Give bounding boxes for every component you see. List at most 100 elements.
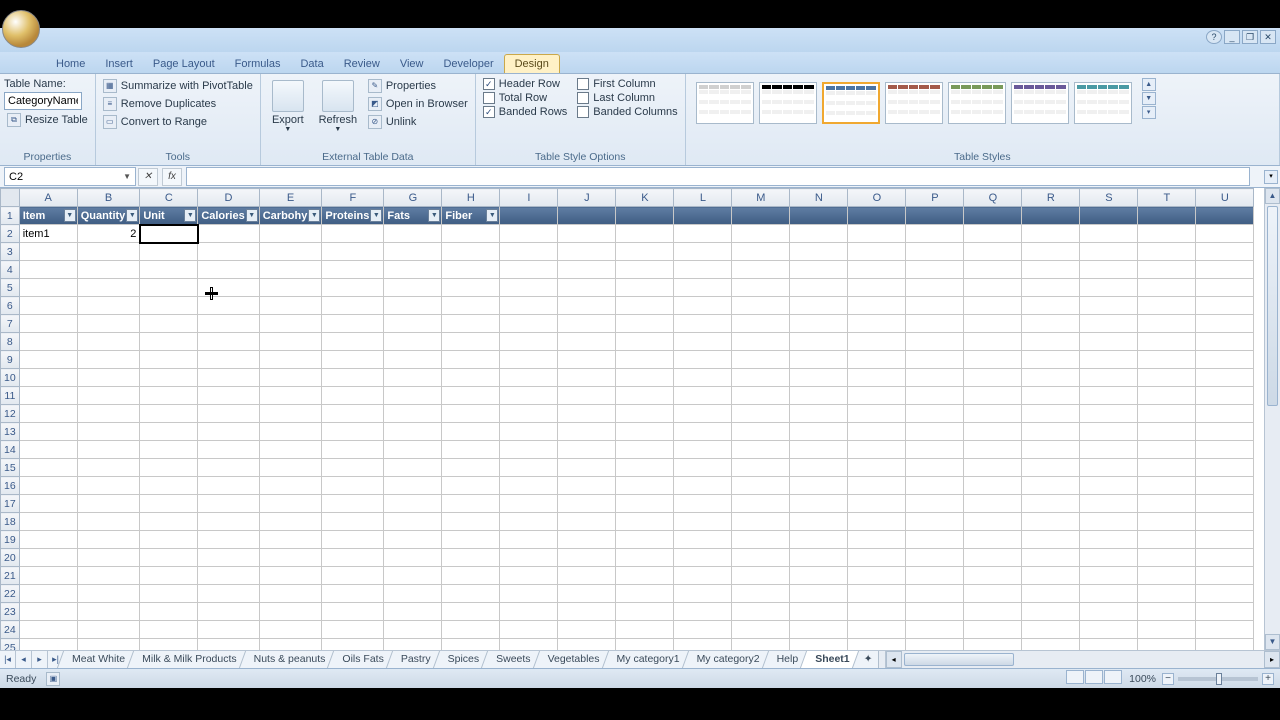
cell-D17[interactable]	[198, 495, 259, 513]
cell-T5[interactable]	[1138, 279, 1196, 297]
cell-G14[interactable]	[384, 441, 442, 459]
cell-M24[interactable]	[732, 621, 790, 639]
cell-A25[interactable]	[19, 639, 77, 651]
cell-J12[interactable]	[558, 405, 616, 423]
cell-L19[interactable]	[674, 531, 732, 549]
cell-U15[interactable]	[1196, 459, 1254, 477]
col-header-H[interactable]: H	[442, 189, 500, 207]
row-header-9[interactable]: 9	[1, 351, 20, 369]
cell-E7[interactable]	[259, 315, 322, 333]
cell-R4[interactable]	[1022, 261, 1080, 279]
cell-A13[interactable]	[19, 423, 77, 441]
cell-I7[interactable]	[500, 315, 558, 333]
cell-D3[interactable]	[198, 243, 259, 261]
cell-F24[interactable]	[322, 621, 384, 639]
gallery-more-button[interactable]: ▾	[1142, 106, 1156, 119]
cell-G12[interactable]	[384, 405, 442, 423]
cell-J8[interactable]	[558, 333, 616, 351]
cell-H22[interactable]	[442, 585, 500, 603]
cell-A2[interactable]: item1	[19, 225, 77, 243]
cell-C2[interactable]	[140, 225, 198, 243]
cell-A23[interactable]	[19, 603, 77, 621]
convert-range-button[interactable]: ▭Convert to Range	[100, 114, 256, 130]
cell-P9[interactable]	[906, 351, 964, 369]
cell-I12[interactable]	[500, 405, 558, 423]
cell-U21[interactable]	[1196, 567, 1254, 585]
cell-R9[interactable]	[1022, 351, 1080, 369]
cell-I13[interactable]	[500, 423, 558, 441]
cell-Q22[interactable]	[964, 585, 1022, 603]
cell-E3[interactable]	[259, 243, 322, 261]
cell-E11[interactable]	[259, 387, 322, 405]
cell-Q21[interactable]	[964, 567, 1022, 585]
cell-R21[interactable]	[1022, 567, 1080, 585]
cell-N20[interactable]	[790, 549, 848, 567]
cell-R20[interactable]	[1022, 549, 1080, 567]
cell-F7[interactable]	[322, 315, 384, 333]
cell-F19[interactable]	[322, 531, 384, 549]
cell-L7[interactable]	[674, 315, 732, 333]
cell-N1[interactable]	[790, 207, 848, 225]
cell-O25[interactable]	[848, 639, 906, 651]
cell-E13[interactable]	[259, 423, 322, 441]
sheet-tab-sweets[interactable]: Sweets	[488, 651, 539, 668]
sheet-tab-my-category1[interactable]: My category1	[609, 651, 689, 668]
cell-S20[interactable]	[1080, 549, 1138, 567]
tab-formulas[interactable]: Formulas	[225, 55, 291, 73]
cell-C25[interactable]	[140, 639, 198, 651]
cell-K18[interactable]	[616, 513, 674, 531]
table-style-5[interactable]	[1011, 82, 1069, 124]
cell-P5[interactable]	[906, 279, 964, 297]
formula-expand-button[interactable]: ▾	[1264, 170, 1278, 184]
cell-L21[interactable]	[674, 567, 732, 585]
resize-table-button[interactable]: ⧉Resize Table	[4, 112, 91, 128]
export-button[interactable]: Export▼	[265, 78, 311, 135]
cell-A20[interactable]	[19, 549, 77, 567]
cell-M12[interactable]	[732, 405, 790, 423]
cell-A8[interactable]	[19, 333, 77, 351]
cell-Q13[interactable]	[964, 423, 1022, 441]
cell-Q5[interactable]	[964, 279, 1022, 297]
cell-F11[interactable]	[322, 387, 384, 405]
cell-N5[interactable]	[790, 279, 848, 297]
cell-J14[interactable]	[558, 441, 616, 459]
cell-F20[interactable]	[322, 549, 384, 567]
cell-M14[interactable]	[732, 441, 790, 459]
cell-U7[interactable]	[1196, 315, 1254, 333]
cell-G7[interactable]	[384, 315, 442, 333]
cell-M11[interactable]	[732, 387, 790, 405]
cell-C15[interactable]	[140, 459, 198, 477]
cell-U8[interactable]	[1196, 333, 1254, 351]
cell-B12[interactable]	[77, 405, 140, 423]
cell-G23[interactable]	[384, 603, 442, 621]
cell-O11[interactable]	[848, 387, 906, 405]
cell-Q10[interactable]	[964, 369, 1022, 387]
cell-A15[interactable]	[19, 459, 77, 477]
cell-B6[interactable]	[77, 297, 140, 315]
cell-N11[interactable]	[790, 387, 848, 405]
cell-R16[interactable]	[1022, 477, 1080, 495]
cell-M10[interactable]	[732, 369, 790, 387]
sheet-tab-oils-fats[interactable]: Oils Fats	[334, 651, 392, 668]
col-header-L[interactable]: L	[674, 189, 732, 207]
cell-P18[interactable]	[906, 513, 964, 531]
table-style-2[interactable]	[822, 82, 880, 124]
cell-E2[interactable]	[259, 225, 322, 243]
cell-K9[interactable]	[616, 351, 674, 369]
select-all-corner[interactable]	[1, 189, 20, 207]
cell-E12[interactable]	[259, 405, 322, 423]
cell-B15[interactable]	[77, 459, 140, 477]
cancel-fx-button[interactable]: ✕	[138, 168, 158, 186]
cell-Q25[interactable]	[964, 639, 1022, 651]
cell-I18[interactable]	[500, 513, 558, 531]
cell-I9[interactable]	[500, 351, 558, 369]
cell-B16[interactable]	[77, 477, 140, 495]
remove-duplicates-button[interactable]: ≡Remove Duplicates	[100, 96, 256, 112]
cell-D25[interactable]	[198, 639, 259, 651]
cell-F8[interactable]	[322, 333, 384, 351]
cell-K22[interactable]	[616, 585, 674, 603]
cell-F25[interactable]	[322, 639, 384, 651]
cell-P2[interactable]	[906, 225, 964, 243]
cell-O20[interactable]	[848, 549, 906, 567]
cell-A24[interactable]	[19, 621, 77, 639]
